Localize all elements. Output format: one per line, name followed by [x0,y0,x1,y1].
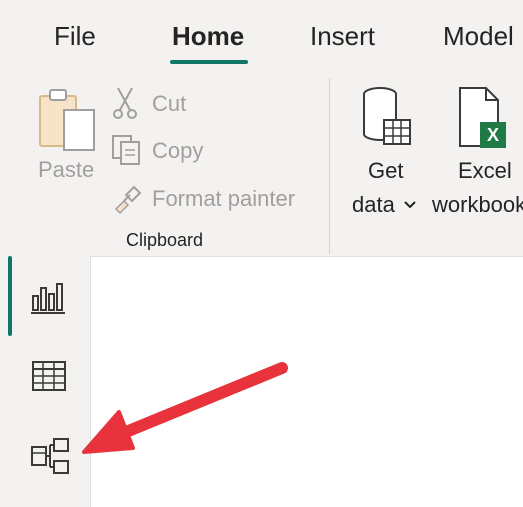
tab-file[interactable]: File [54,20,96,52]
menu-bar: File Home Insert Model [0,0,523,70]
get-data-button[interactable]: Get data [350,78,424,228]
ribbon-group-divider [329,78,330,254]
database-icon [363,87,411,145]
cut-button[interactable]: Cut [110,84,200,124]
svg-text:X: X [487,125,499,145]
chevron-down-icon [404,201,416,209]
model-view-button[interactable] [30,437,72,482]
excel-label-line2: workbook [432,192,523,217]
get-data-label-line2: data [352,192,395,217]
copy-button[interactable]: Copy [110,131,220,171]
format-painter-button[interactable]: Format painter [110,179,320,219]
excel-label-line1: Excel [458,158,512,183]
format-painter-icon [114,185,142,215]
tab-insert[interactable]: Insert [310,20,375,52]
tab-model[interactable]: Model [443,20,514,52]
format-painter-label: Format painter [152,186,296,211]
report-view-button[interactable] [30,280,68,321]
scissors-icon [113,87,137,119]
copy-icon [112,135,140,165]
cut-label: Cut [152,91,187,116]
table-view-icon [32,361,66,391]
paste-icon [39,89,95,151]
active-tab-indicator [170,60,248,64]
table-view-button[interactable] [30,358,68,399]
excel-icon: X [459,87,506,148]
tab-home[interactable]: Home [172,20,244,52]
copy-label: Copy [152,138,204,163]
excel-workbook-button[interactable]: X Excel workbook [432,78,523,228]
clipboard-group-label: Clipboard [126,230,204,250]
paste-label: Paste [38,157,95,182]
get-data-label-line1: Get [368,158,404,183]
active-view-indicator [8,256,12,336]
report-view-icon [31,283,65,314]
model-view-icon [31,438,69,474]
